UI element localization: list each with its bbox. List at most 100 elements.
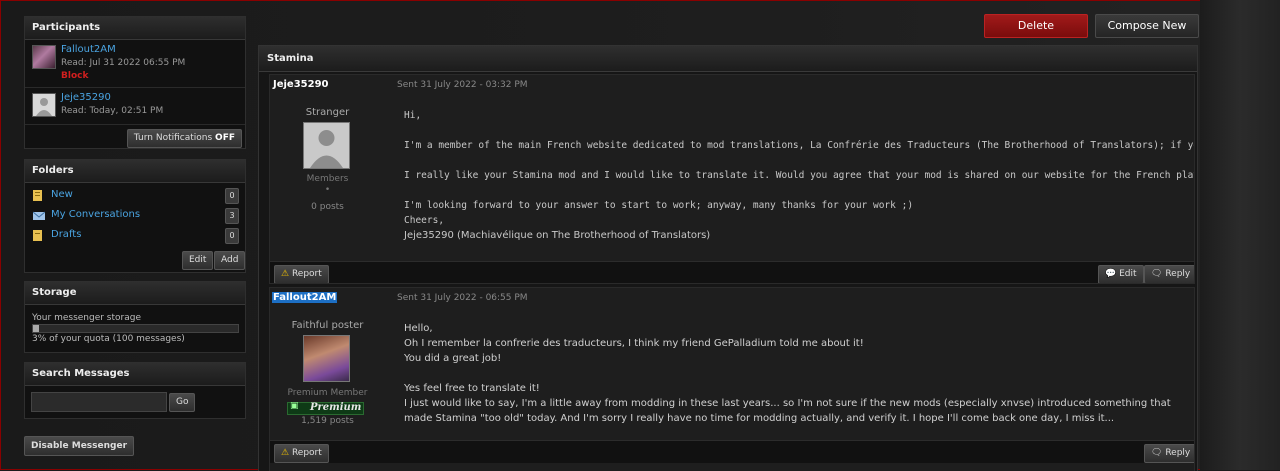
envelope-icon	[33, 211, 45, 220]
user-rank: Faithful poster	[291, 320, 364, 331]
folders-box: Folders New 0 My Conversations 3 Drafts …	[24, 159, 246, 273]
folders-title: Folders	[25, 160, 245, 183]
participant-item: Jeje35290 Read: Today, 02:51 PM	[25, 88, 245, 125]
participant-name[interactable]: Jeje35290	[61, 92, 111, 103]
message-line: Yes feel free to translate it!	[404, 383, 540, 394]
report-button[interactable]: ⚠ Report	[274, 444, 329, 463]
premium-badge: ▣ Premium	[287, 401, 364, 415]
message-line: I'm looking forward to your answer to st…	[404, 200, 914, 211]
message-line: I really like your Stamina mod and I wou…	[404, 170, 1194, 181]
search-box: Search Messages Go	[24, 362, 246, 419]
message-line	[404, 366, 1194, 381]
message-line: You did a great job!	[404, 353, 502, 364]
message-line	[404, 123, 1194, 138]
user-group: Members	[306, 174, 349, 184]
storage-title: Storage	[25, 282, 245, 305]
message-header: Fallout2AM Sent 31 July 2022 - 06:55 PM	[270, 288, 1194, 308]
message-date: Sent 31 July 2022 - 03:32 PM	[397, 80, 528, 90]
conversation-title: Stamina	[259, 46, 1197, 72]
user-group: Premium Member	[287, 388, 368, 398]
user-rank: Stranger	[305, 107, 350, 118]
message-post: Fallout2AM Sent 31 July 2022 - 06:55 PM …	[269, 287, 1195, 471]
storage-bar-fill	[33, 325, 40, 332]
message-line: Cheers,	[404, 215, 445, 226]
search-title: Search Messages	[25, 363, 245, 386]
reply-label: Reply	[1165, 448, 1191, 458]
avatar[interactable]	[303, 335, 350, 382]
message-author[interactable]: Jeje35290	[272, 79, 330, 90]
draft-icon	[33, 230, 42, 241]
message-line	[404, 183, 1194, 198]
participants-box: Participants Fallout2AM Read: Jul 31 202…	[24, 16, 246, 149]
storage-bar	[32, 324, 239, 333]
folder-label: My Conversations	[51, 209, 141, 220]
edit-icon: 💬	[1105, 269, 1117, 279]
message-line	[404, 153, 1194, 168]
participant-read-status: Read: Today, 02:51 PM	[61, 106, 164, 116]
premium-badge-icon: ▣	[290, 401, 299, 411]
message-body: Hi, I'm a member of the main French webs…	[404, 108, 1194, 243]
report-label: Report	[291, 269, 322, 279]
user-post-count: 0 posts	[311, 202, 344, 212]
message-body: Hello, Oh I remember la confrerie des tr…	[404, 321, 1194, 426]
report-label: Report	[291, 448, 322, 458]
notifications-label: Turn Notifications	[133, 133, 213, 143]
avatar[interactable]	[32, 93, 56, 117]
folder-count: 0	[225, 228, 239, 244]
participant-name[interactable]: Fallout2AM	[61, 44, 116, 55]
reply-icon: 🗨	[1151, 269, 1163, 279]
delete-button[interactable]: Delete	[984, 14, 1088, 38]
message-author[interactable]: Fallout2AM	[272, 292, 338, 303]
avatar[interactable]	[32, 45, 56, 69]
message-date: Sent 31 July 2022 - 06:55 PM	[397, 293, 528, 303]
edit-button[interactable]: 💬 Edit	[1098, 265, 1144, 283]
avatar[interactable]	[303, 122, 350, 169]
warning-icon: ⚠	[281, 448, 290, 458]
reply-button[interactable]: 🗨 Reply	[1144, 444, 1194, 463]
reply-icon: 🗨	[1151, 448, 1163, 458]
message-line: I just would like to say, I'm a little a…	[404, 398, 1171, 424]
folder-label: Drafts	[51, 229, 82, 240]
notifications-state: OFF	[215, 133, 235, 143]
participant-read-status: Read: Jul 31 2022 06:55 PM	[61, 58, 186, 68]
default-avatar-icon	[310, 130, 343, 168]
message-line: I'm a member of the main French website …	[404, 140, 1194, 151]
message-line: Hi,	[404, 110, 422, 121]
add-folder-button[interactable]: Add	[214, 251, 246, 270]
conversation-panel: Stamina Jeje35290 Sent 31 July 2022 - 03…	[258, 45, 1198, 471]
search-go-button[interactable]: Go	[169, 393, 196, 412]
folder-item-new[interactable]: New 0	[33, 188, 239, 204]
storage-quota: 3% of your quota (100 messages)	[32, 334, 185, 344]
compose-new-button[interactable]: Compose New	[1095, 14, 1199, 38]
notifications-toggle-button[interactable]: Turn Notifications OFF	[126, 129, 242, 148]
folder-label: New	[51, 189, 73, 200]
message-line: Oh I remember la confrerie des traducteu…	[404, 338, 864, 349]
message-post: Jeje35290 Sent 31 July 2022 - 03:32 PM S…	[269, 74, 1195, 284]
message-header: Jeje35290 Sent 31 July 2022 - 03:32 PM	[270, 75, 1194, 95]
folder-item-my-conversations[interactable]: My Conversations 3	[33, 208, 239, 224]
message-signature: Jeje35290 (Machiavélique on The Brotherh…	[404, 230, 711, 241]
folder-count: 0	[225, 188, 239, 204]
edit-label: Edit	[1119, 269, 1137, 279]
reply-button[interactable]: 🗨 Reply	[1144, 265, 1194, 283]
message-footer: ⚠ Report 🗨 Reply	[270, 440, 1194, 463]
storage-box: Storage Your messenger storage 3% of you…	[24, 281, 246, 353]
user-post-count: 1,519 posts	[301, 416, 354, 426]
report-button[interactable]: ⚠ Report	[274, 265, 329, 283]
storage-label: Your messenger storage	[32, 313, 141, 323]
message-line: Hello,	[404, 323, 433, 334]
premium-badge-label: Premium	[310, 402, 362, 413]
participant-item: Fallout2AM Read: Jul 31 2022 06:55 PM Bl…	[25, 40, 245, 88]
block-link[interactable]: Block	[61, 71, 88, 81]
message-footer: ⚠ Report 💬 Edit 🗨 Reply	[270, 261, 1194, 283]
search-input[interactable]	[31, 392, 167, 412]
reply-label: Reply	[1165, 269, 1191, 279]
warning-icon: ⚠	[281, 269, 290, 279]
participants-title: Participants	[25, 17, 245, 40]
disable-messenger-button[interactable]: Disable Messenger	[24, 436, 135, 456]
document-icon	[33, 190, 42, 201]
folder-count: 3	[225, 208, 239, 224]
user-dot: •	[324, 185, 331, 195]
edit-folders-button[interactable]: Edit	[182, 251, 214, 270]
folder-item-drafts[interactable]: Drafts 0	[33, 228, 239, 244]
